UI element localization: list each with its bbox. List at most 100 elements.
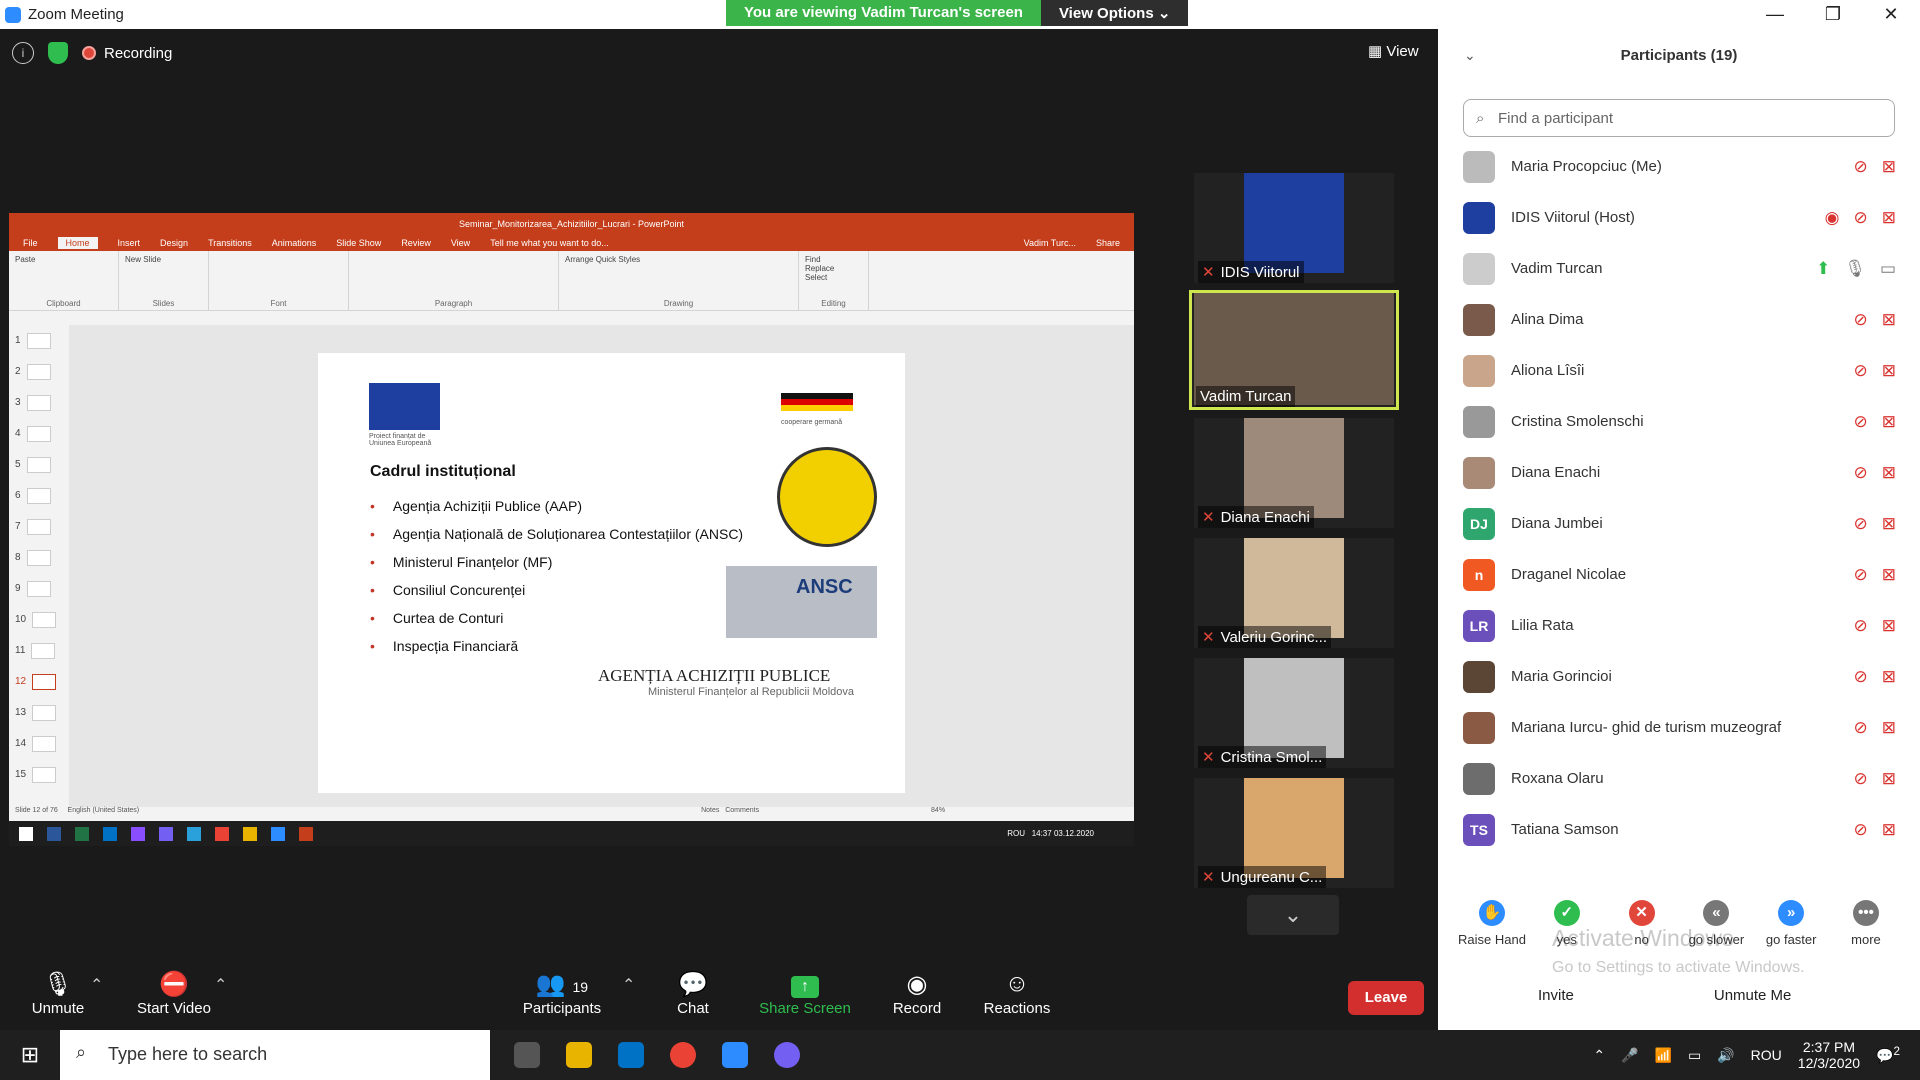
taskbar-search-input[interactable]: ⌕ Type here to search — [60, 1030, 490, 1080]
reaction-go-faster-button[interactable]: » go faster — [1755, 900, 1827, 947]
chevron-up-icon: ⌃ — [90, 977, 104, 994]
avatar — [1463, 405, 1495, 438]
participants-options-chevron[interactable]: ⌃ — [622, 975, 635, 995]
view-button[interactable]: ▦ View — [1368, 42, 1419, 60]
muted-mic-icon: ⊘ — [1853, 615, 1868, 635]
participants-button[interactable]: 👥 19 Participants — [520, 970, 604, 1017]
minimize-button[interactable]: — — [1746, 0, 1804, 29]
recording-label: Recording — [104, 44, 173, 62]
pp-select: Select — [805, 273, 828, 282]
thumbnail-number: 3 — [15, 397, 21, 408]
viber-icon[interactable] — [774, 1042, 800, 1068]
participant-row[interactable]: DJ Diana Jumbei ⊘ ⊠ — [1438, 498, 1908, 549]
security-shield-icon[interactable] — [48, 42, 68, 64]
maximize-button[interactable]: ❐ — [1804, 0, 1862, 29]
start-video-label: Start Video — [137, 1000, 211, 1017]
recording-indicator[interactable]: Recording — [82, 45, 172, 62]
reaction-yes-button[interactable]: ✓ yes — [1531, 900, 1603, 947]
language-indicator[interactable]: ROU — [1751, 1047, 1782, 1063]
participant-row[interactable]: TS Tatiana Samson ⊘ ⊠ — [1438, 804, 1908, 855]
avatar: n — [1463, 558, 1495, 591]
thumbnail-number: 7 — [15, 521, 21, 532]
window-title: Zoom Meeting — [28, 6, 124, 23]
participant-row[interactable]: LR Lilia Rata ⊘ ⊠ — [1438, 600, 1908, 651]
thumbnail-image — [26, 580, 51, 597]
video-off-icon: ⊠ — [1881, 768, 1896, 788]
network-icon[interactable]: 📶 — [1655, 1047, 1672, 1064]
mail-icon[interactable] — [618, 1042, 644, 1068]
muted-mic-icon: ⊘ — [1853, 819, 1868, 839]
zoom-taskbar-icon[interactable] — [722, 1042, 748, 1068]
file-explorer-icon[interactable] — [566, 1042, 592, 1068]
participant-name: Diana Jumbei — [1511, 515, 1603, 532]
slide-thumbnail: 14 — [9, 728, 69, 759]
task-view-icon[interactable] — [514, 1042, 540, 1068]
slide-thumbnail: 1 — [9, 325, 69, 356]
tray-chevron-icon[interactable]: ⌃ — [1593, 1047, 1605, 1064]
unmute-button[interactable]: 🎙 Unmute — [28, 970, 88, 1017]
group-label: Paragraph — [434, 299, 473, 308]
muted-mic-icon: ✕ — [1202, 264, 1215, 281]
chat-button[interactable]: 💬 Chat — [668, 970, 718, 1017]
taskbar-clock[interactable]: 2:37 PM 12/3/2020 — [1798, 1039, 1860, 1071]
bullet-item: Agenția Achiziții Publice (AAP) — [370, 498, 743, 526]
chat-icon: 💬 — [678, 971, 708, 998]
participant-status-icons: ⊘ ⊠ — [1854, 412, 1897, 432]
tile-name: ✕ Ungureanu C... — [1198, 866, 1327, 888]
participant-row[interactable]: Maria Gorincioi ⊘ ⊠ — [1438, 651, 1908, 702]
unmute-me-button[interactable]: Unmute Me — [1714, 987, 1792, 1004]
slide-thumbnail: 8 — [9, 542, 69, 573]
close-button[interactable]: ✕ — [1862, 0, 1920, 29]
participant-name: IDIS Viitorul (Host) — [1511, 209, 1635, 226]
notification-icon[interactable]: 💬2 — [1876, 1045, 1900, 1065]
ribbon-paragraph: Paragraph — [349, 251, 559, 310]
participant-row[interactable]: Diana Enachi ⊘ ⊠ — [1438, 447, 1908, 498]
reaction-label: Raise Hand — [1458, 932, 1526, 947]
video-tile[interactable]: ✕ Diana Enachi — [1194, 418, 1394, 528]
share-screen-button[interactable]: ↑ Share Screen — [758, 970, 852, 1017]
participant-status-icons: ⊘ ⊠ — [1854, 616, 1897, 636]
video-tile[interactable]: ✕ IDIS Viitorul — [1194, 173, 1394, 283]
video-options-chevron[interactable]: ⌃ — [214, 975, 227, 995]
invite-button[interactable]: Invite — [1538, 987, 1574, 1004]
reaction-raise-hand-button[interactable]: ✋ Raise Hand — [1456, 900, 1528, 947]
reaction-no-button[interactable]: ✕ no — [1606, 900, 1678, 947]
start-video-button[interactable]: ⛔ Start Video — [132, 970, 216, 1017]
participant-status-icons: ⊘ ⊠ — [1854, 820, 1897, 840]
participant-row[interactable]: IDIS Viitorul (Host) ◉ ⊘ ⊠ — [1438, 192, 1908, 243]
record-button[interactable]: ◉ Record — [890, 970, 944, 1017]
participant-search-input[interactable]: ⌕ Find a participant — [1463, 99, 1895, 137]
chrome-icon[interactable] — [670, 1042, 696, 1068]
audio-options-chevron[interactable]: ⌃ — [90, 975, 103, 995]
reaction-go-slower-button[interactable]: « go slower — [1680, 900, 1752, 947]
windows-start-icon[interactable]: ⊞ — [0, 1042, 60, 1068]
volume-icon[interactable]: 🔊 — [1717, 1047, 1734, 1064]
reaction-more-button[interactable]: ••• more — [1830, 900, 1902, 947]
video-tile[interactable]: ✕ Ungureanu C... — [1194, 778, 1394, 888]
participant-row[interactable]: Mariana Iurcu- ghid de turism muzeograf ⊘… — [1438, 702, 1908, 753]
reactions-button[interactable]: ☺ Reactions — [980, 970, 1054, 1017]
video-tile[interactable]: ✕ Cristina Smol... — [1194, 658, 1394, 768]
view-options-button[interactable]: View Options ⌄ — [1040, 0, 1189, 26]
info-icon[interactable]: i — [12, 42, 34, 64]
participant-row[interactable]: n Draganel Nicolae ⊘ ⊠ — [1438, 549, 1908, 600]
participant-row[interactable]: Aliona Lîsîi ⊘ ⊠ — [1438, 345, 1908, 396]
participant-row[interactable]: Alina Dima ⊘ ⊠ — [1438, 294, 1908, 345]
pp-zoom: 84% — [931, 807, 946, 814]
slide-thumbnail: 4 — [9, 418, 69, 449]
video-tile-active-speaker[interactable]: Vadim Turcan — [1189, 290, 1399, 410]
participant-row[interactable]: Vadim Turcan ⬆ 🎙 ▭ — [1438, 243, 1908, 294]
video-tile[interactable]: ✕ Valeriu Gorinc... — [1194, 538, 1394, 648]
microphone-icon[interactable]: 🎤 — [1621, 1047, 1638, 1064]
battery-icon[interactable]: ▭ — [1688, 1047, 1701, 1064]
video-off-icon: ⛔ — [159, 971, 189, 998]
participant-row[interactable]: Roxana Olaru ⊘ ⊠ — [1438, 753, 1908, 804]
remote-excel-icon — [75, 826, 89, 841]
participant-row[interactable]: Maria Procopciuc (Me) ⊘ ⊠ — [1438, 141, 1908, 192]
taskbar-time: 2:37 PM — [1802, 1039, 1855, 1055]
video-off-icon: ⊠ — [1881, 564, 1896, 584]
leave-button[interactable]: Leave — [1348, 981, 1424, 1015]
gallery-scroll-down-button[interactable]: ⌄ — [1247, 895, 1339, 935]
participant-row[interactable]: Cristina Smolenschi ⊘ ⊠ — [1438, 396, 1908, 447]
slide-thumbnails: 1 2 3 4 5 6 7 8 9 10 11 12 13 14 15 — [9, 325, 69, 807]
